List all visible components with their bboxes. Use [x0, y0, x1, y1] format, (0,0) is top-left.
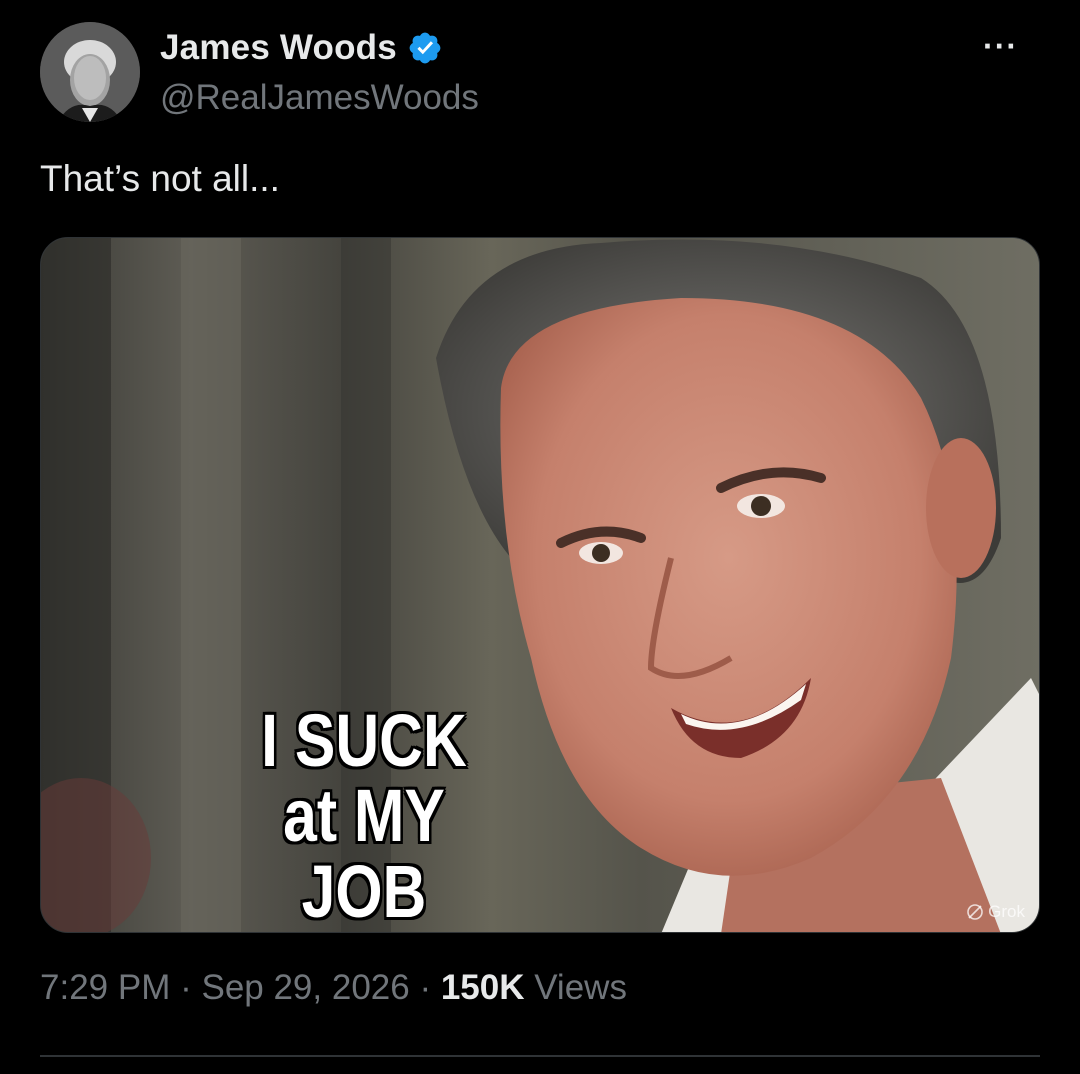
author-handle[interactable]: @RealJamesWoods [160, 78, 479, 118]
author-name-row: James Woods [160, 26, 443, 70]
verified-badge-icon [407, 30, 443, 66]
meta-separator: · [409, 968, 441, 1007]
tweet-meta: 7:29 PM · Sep 29, 2026 · 150K Views [40, 968, 627, 1008]
divider [40, 1055, 1040, 1057]
views-label: Views [524, 968, 627, 1007]
tweet: James Woods @RealJamesWoods ··· That’s n… [0, 0, 1080, 1074]
meme-caption: I SUCK at MY JOB [229, 699, 500, 933]
tweet-date[interactable]: Sep 29, 2026 [201, 968, 409, 1007]
meta-separator: · [170, 968, 202, 1007]
tweet-text: That’s not all... [40, 158, 280, 199]
more-options-icon[interactable]: ··· [983, 28, 1018, 65]
grok-label: Grok [988, 902, 1025, 921]
author-avatar[interactable] [40, 22, 140, 122]
meme-photo [41, 238, 1039, 932]
avatar-photo-icon [40, 22, 140, 122]
author-display-name[interactable]: James Woods [160, 28, 397, 68]
grok-watermark: Grok [966, 902, 1025, 922]
meme-caption-line-2: at MY JOB [283, 774, 445, 933]
tweet-time[interactable]: 7:29 PM [40, 968, 170, 1007]
meme-caption-line-1: I SUCK [261, 699, 467, 782]
tweet-media-image[interactable]: I SUCK at MY JOB Grok [40, 237, 1040, 933]
grok-logo-icon [967, 904, 983, 920]
views-count: 150K [440, 968, 525, 1007]
